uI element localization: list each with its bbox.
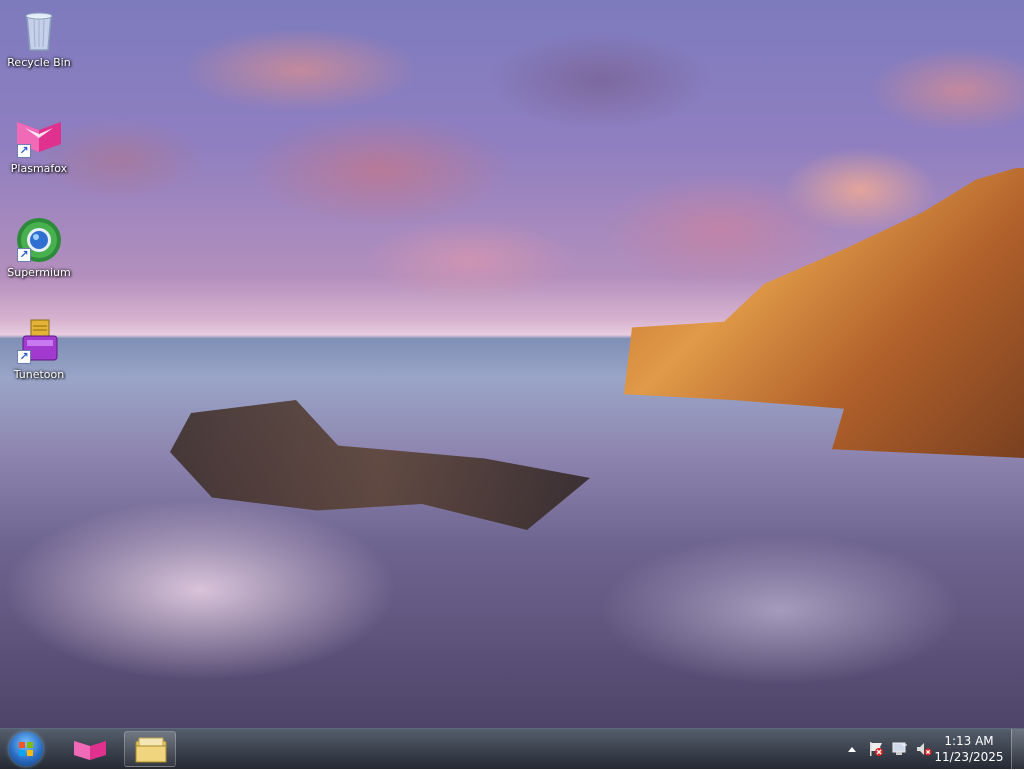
start-button[interactable] bbox=[6, 731, 46, 767]
wallpaper-foam bbox=[0, 480, 520, 720]
action-center-flag-icon[interactable] bbox=[868, 741, 884, 757]
desktop-icon-supermium[interactable]: ↗ Supermium bbox=[2, 216, 76, 279]
taskbar: 1:13 AM 11/23/2025 bbox=[0, 728, 1024, 769]
desktop-icon-plasmafox[interactable]: ↗ Plasmafox bbox=[2, 112, 76, 175]
desktop-icon-label: Plasmafox bbox=[10, 162, 68, 175]
desktop-icon-label: Supermium bbox=[7, 266, 71, 279]
system-tray: 1:13 AM 11/23/2025 bbox=[834, 729, 1024, 769]
desktop-icon-label: Recycle Bin bbox=[7, 56, 71, 69]
network-icon[interactable] bbox=[892, 741, 908, 757]
volume-muted-icon[interactable] bbox=[916, 741, 932, 757]
show-desktop-button[interactable] bbox=[1011, 729, 1024, 769]
wallpaper-cliff bbox=[624, 168, 1024, 458]
start-orb-icon bbox=[9, 732, 43, 766]
show-hidden-icons-arrow[interactable] bbox=[844, 741, 860, 757]
plasmafox-icon: ↗ bbox=[15, 112, 63, 160]
clock-date: 11/23/2025 bbox=[934, 750, 1004, 764]
taskbar-explorer-button[interactable] bbox=[124, 731, 176, 767]
tunetoon-icon: ↗ bbox=[15, 318, 63, 366]
shortcut-arrow-icon: ↗ bbox=[17, 350, 31, 364]
desktop-wallpaper[interactable]: Recycle Bin ↗ Plasmafox ↗ Supermium ↗ Tu… bbox=[0, 0, 1024, 728]
clock-time: 1:13 AM bbox=[944, 734, 994, 748]
taskbar-plasmafox-button[interactable] bbox=[64, 731, 116, 767]
supermium-icon: ↗ bbox=[15, 216, 63, 264]
desktop-icon-recycle-bin[interactable]: Recycle Bin bbox=[2, 6, 76, 69]
folder-icon bbox=[135, 737, 167, 763]
recycle-bin-icon bbox=[15, 6, 63, 54]
taskbar-clock[interactable]: 1:13 AM 11/23/2025 bbox=[934, 733, 1004, 765]
plasmafox-icon bbox=[74, 741, 106, 760]
desktop-icon-tunetoon[interactable]: ↗ Tunetoon bbox=[2, 318, 76, 381]
wallpaper-foam bbox=[520, 500, 1020, 720]
shortcut-arrow-icon: ↗ bbox=[17, 248, 31, 262]
shortcut-arrow-icon: ↗ bbox=[17, 144, 31, 158]
desktop-icon-label: Tunetoon bbox=[13, 368, 65, 381]
